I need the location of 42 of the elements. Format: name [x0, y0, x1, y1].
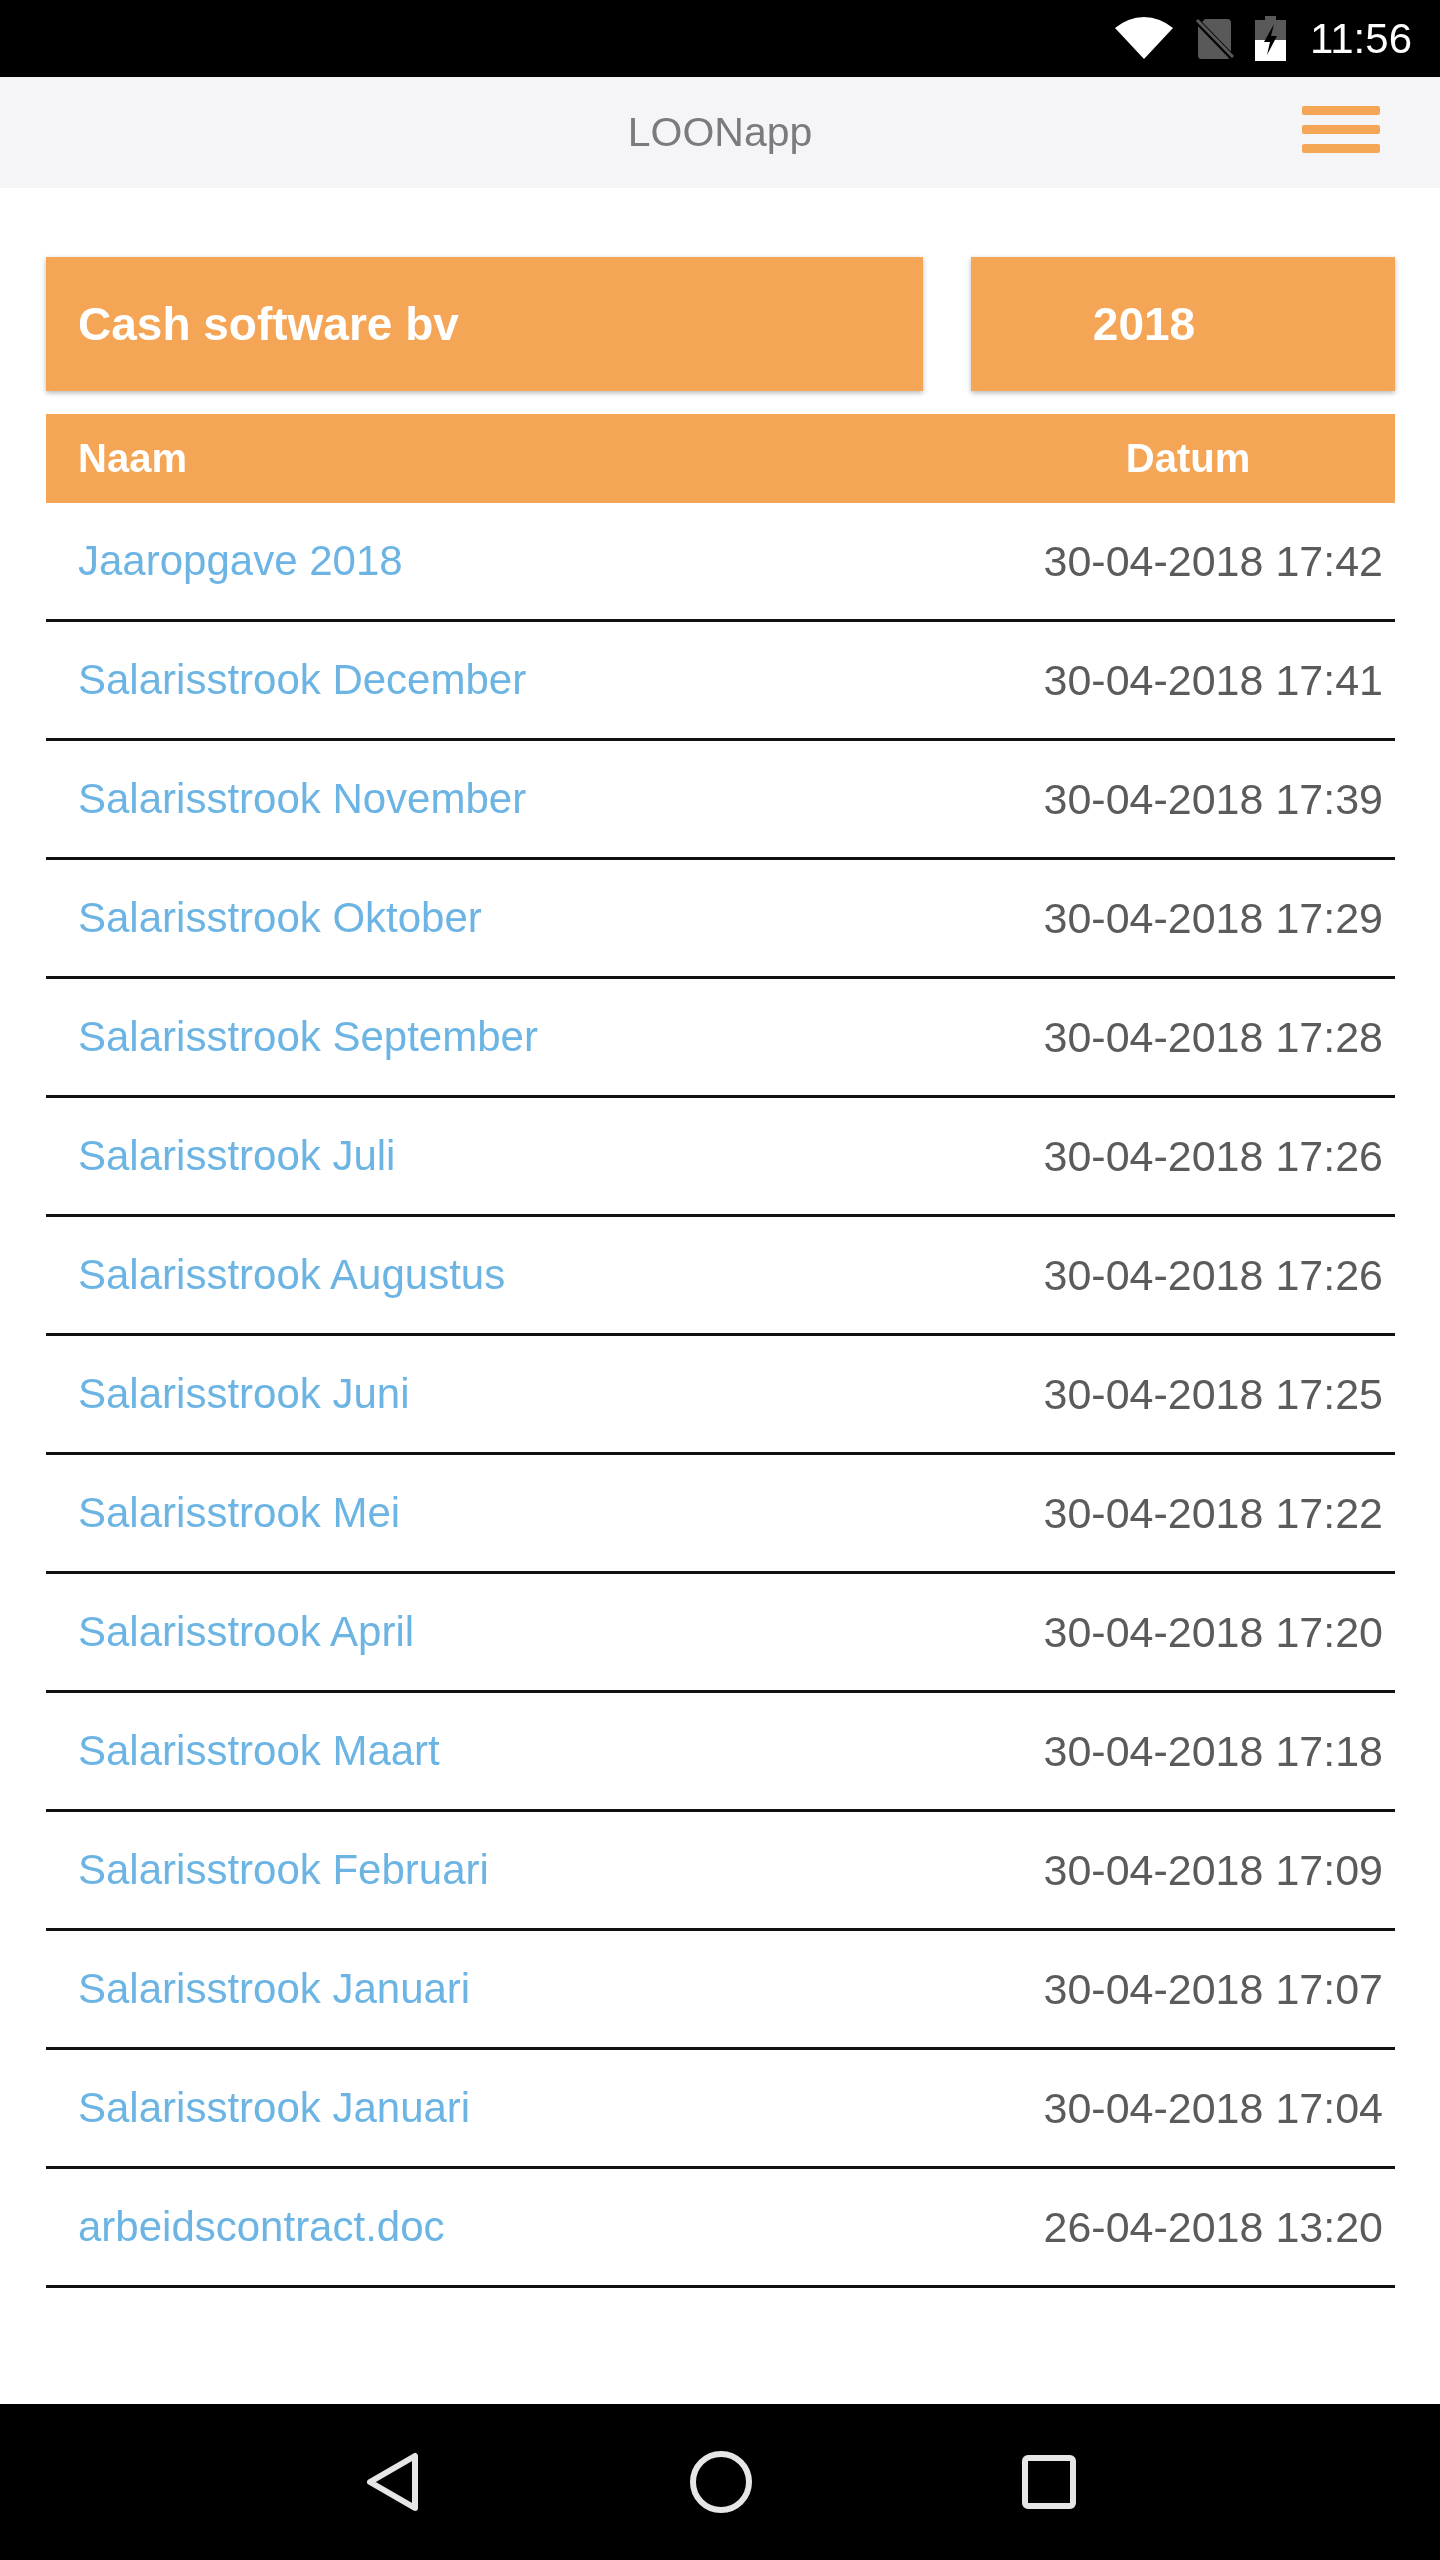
column-header: Naam: [77, 436, 188, 481]
document-link[interactable]: Salarisstrook Januari: [46, 2084, 471, 2132]
wifi-icon: [1115, 14, 1173, 59]
company-selector[interactable]: Cash software bv: [46, 257, 923, 391]
document-link[interactable]: Salarisstrook Mei: [46, 1489, 401, 1537]
date-text: 30-04-2018 17:04: [1043, 2083, 1384, 2133]
date-text: 30-04-2018 17:26: [1043, 1250, 1384, 1300]
battery-charging-icon: [1255, 16, 1286, 61]
date-text: 30-04-2018 17:28: [1043, 1012, 1384, 1062]
document-link[interactable]: Salarisstrook April: [46, 1608, 415, 1656]
home-icon[interactable]: [689, 2450, 753, 2514]
document-link[interactable]: Salarisstrook Juni: [46, 1370, 410, 1418]
date-text: 30-04-2018 17:41: [1043, 655, 1384, 705]
document-link[interactable]: Salarisstrook Januari: [46, 1965, 471, 2013]
document-link[interactable]: Salarisstrook December: [46, 656, 527, 704]
date-text: 30-04-2018 17:09: [1043, 1845, 1384, 1895]
no-sim-icon: [1195, 17, 1235, 60]
date-text: 30-04-2018 17:42: [1043, 536, 1384, 586]
date-text: 30-04-2018 17:29: [1043, 893, 1384, 943]
date-text: 30-04-2018 17:07: [1043, 1964, 1384, 2014]
document-link[interactable]: Salarisstrook Oktober: [46, 894, 482, 942]
document-link[interactable]: arbeidscontract.doc: [46, 2203, 445, 2251]
recents-icon[interactable]: [1021, 2455, 1076, 2509]
date-text: 30-04-2018 17:26: [1043, 1131, 1384, 1181]
document-link[interactable]: Salarisstrook Augustus: [46, 1251, 506, 1299]
date-text: 30-04-2018 17:22: [1043, 1488, 1384, 1538]
document-link[interactable]: Jaaropgave 2018: [46, 537, 403, 585]
back-icon[interactable]: [364, 2451, 421, 2513]
app-title: LOONapp: [627, 109, 813, 156]
date-text: 26-04-2018 13:20: [1043, 2202, 1384, 2252]
document-link[interactable]: Salarisstrook September: [46, 1013, 538, 1061]
document-link[interactable]: Salarisstrook Juli: [46, 1132, 396, 1180]
document-link[interactable]: Salarisstrook Februari: [46, 1846, 489, 1894]
document-link[interactable]: Salarisstrook Maart: [46, 1727, 440, 1775]
year-selector[interactable]: 2018: [971, 257, 1395, 391]
date-text: 30-04-2018 17:39: [1043, 774, 1384, 824]
date-text: 30-04-2018 17:25: [1043, 1369, 1384, 1419]
document-link[interactable]: Salarisstrook November: [46, 775, 527, 823]
date-text: 30-04-2018 17:20: [1043, 1607, 1384, 1657]
column-header: Datum: [1124, 436, 1252, 481]
status-time: 11:56: [1310, 14, 1412, 63]
date-text: 30-04-2018 17:18: [1043, 1726, 1384, 1776]
